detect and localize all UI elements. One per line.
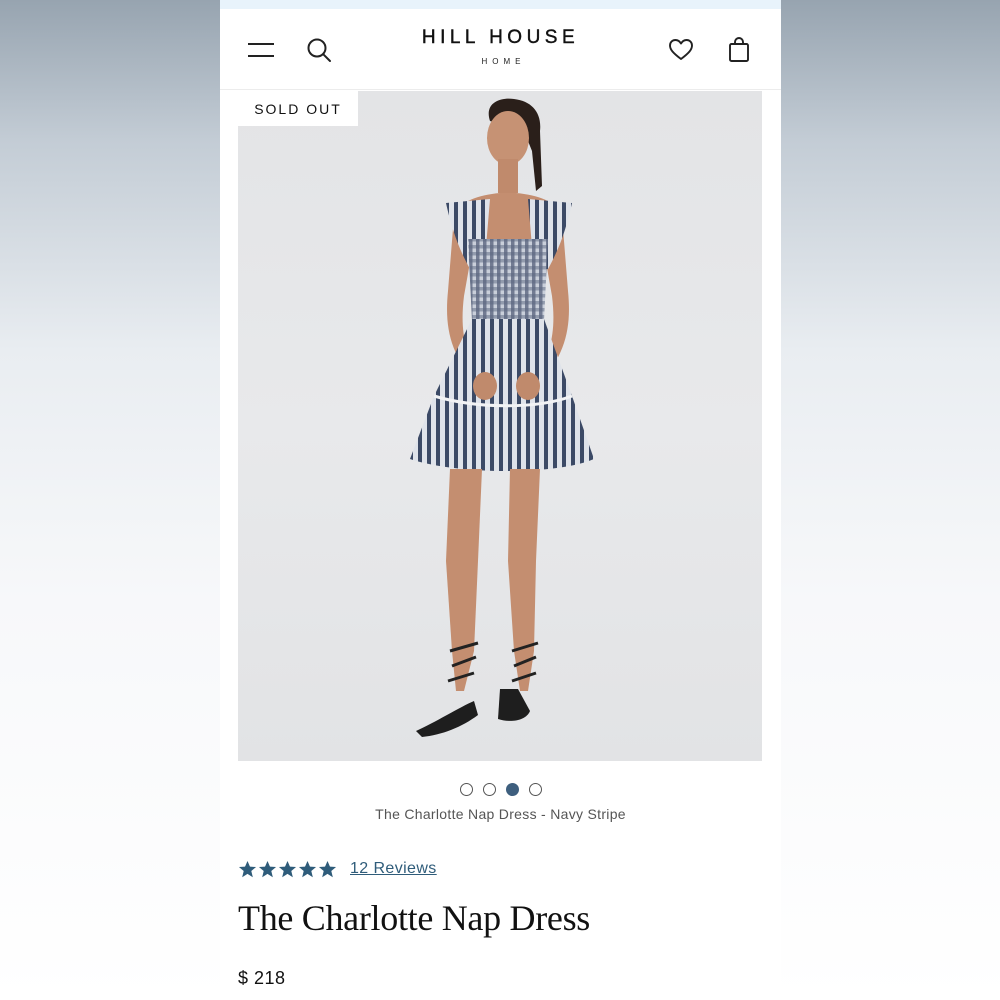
image-carousel-dots [220, 783, 781, 797]
star-icon [278, 860, 297, 877]
reviews-link[interactable]: 12 Reviews [350, 860, 437, 878]
star-icon [238, 860, 257, 877]
product-rating: 12 Reviews [238, 857, 437, 881]
carousel-dot[interactable] [528, 783, 542, 796]
top-announcement-strip [220, 0, 781, 9]
brand-logo[interactable]: HILL HOUSE HOME [380, 27, 621, 66]
mobile-page: HILL HOUSE HOME SOLD OUT The Charlotte N… [220, 0, 781, 1000]
menu-icon[interactable] [248, 41, 274, 59]
star-icon [258, 860, 277, 877]
search-icon[interactable] [306, 37, 332, 63]
carousel-dot[interactable] [459, 783, 473, 796]
image-caption: The Charlotte Nap Dress - Navy Stripe [375, 806, 626, 822]
star-icon [318, 860, 337, 877]
product-title: The Charlotte Nap Dress [238, 898, 590, 938]
background-left [0, 0, 220, 1000]
site-header: HILL HOUSE HOME [220, 9, 781, 90]
brand-name: HILL HOUSE [421, 27, 580, 48]
product-price: $ 218 [238, 968, 286, 988]
model-illustration [410, 98, 594, 737]
carousel-dot-active[interactable] [505, 783, 519, 796]
star-icon [298, 860, 317, 877]
shopping-bag-icon[interactable] [727, 36, 751, 64]
sold-out-badge: SOLD OUT [238, 91, 358, 126]
brand-subtitle: HOME [481, 57, 526, 66]
heart-icon[interactable] [668, 37, 694, 63]
background-right [781, 0, 1000, 1000]
carousel-dot[interactable] [482, 783, 496, 796]
star-rating [238, 860, 337, 879]
product-photo[interactable] [238, 91, 762, 761]
